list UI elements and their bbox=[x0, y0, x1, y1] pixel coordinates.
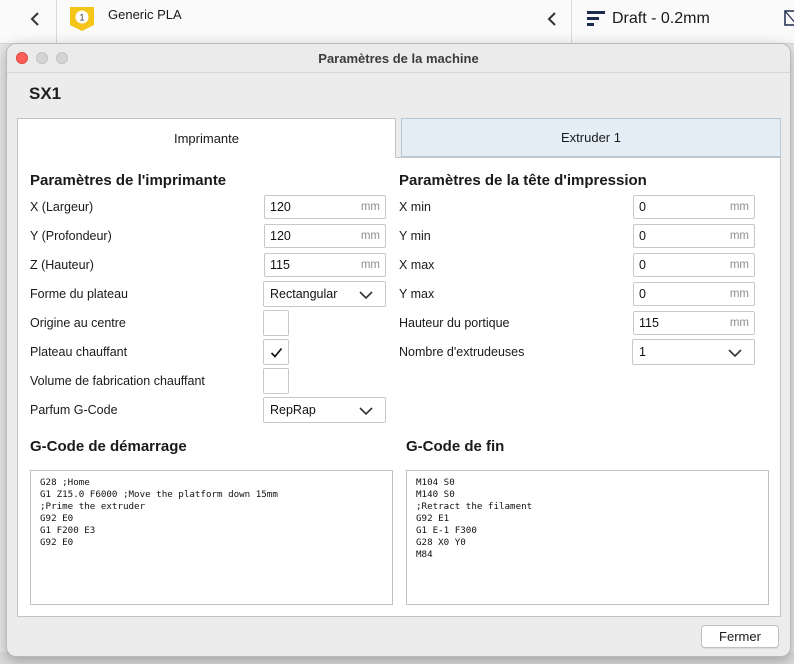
expand-icon[interactable] bbox=[784, 10, 794, 26]
z-height-label: Z (Hauteur) bbox=[30, 258, 94, 272]
heated-bed-label: Plateau chauffant bbox=[30, 345, 128, 359]
xmin-value: 0 bbox=[639, 200, 646, 214]
ymax-label: Y max bbox=[399, 287, 435, 301]
extruder-count-select[interactable]: 1 bbox=[632, 339, 755, 365]
y-depth-value: 120 bbox=[270, 229, 291, 243]
printer-settings-title: Paramètres de l'imprimante bbox=[30, 172, 227, 189]
ymin-unit: mm bbox=[729, 230, 749, 242]
material-badge-icon: 1 bbox=[69, 6, 95, 32]
xmin-field[interactable]: 0 mm bbox=[633, 195, 755, 219]
dialog-title: Paramètres de la machine bbox=[318, 51, 479, 66]
gantry-height-field[interactable]: 115 mm bbox=[633, 311, 755, 335]
chevron-left-icon[interactable] bbox=[545, 10, 559, 28]
profile-name[interactable]: Draft - 0.2mm bbox=[612, 10, 710, 28]
checkmark-icon bbox=[270, 347, 283, 358]
xmin-unit: mm bbox=[729, 201, 749, 213]
y-depth-label: Y (Profondeur) bbox=[30, 229, 112, 243]
app-top-bar: 1 Generic PLA Draft - 0.2mm bbox=[0, 0, 794, 44]
x-width-label: X (Largeur) bbox=[30, 200, 94, 214]
gcode-flavor-value: RepRap bbox=[270, 403, 316, 417]
ymax-unit: mm bbox=[729, 288, 749, 300]
profile-quality-icon bbox=[587, 11, 605, 27]
chevron-down-icon bbox=[728, 349, 742, 358]
xmax-field[interactable]: 0 mm bbox=[633, 253, 755, 277]
xmax-unit: mm bbox=[729, 259, 749, 271]
heated-volume-label: Volume de fabrication chauffant bbox=[30, 374, 205, 388]
gcode-flavor-select[interactable]: RepRap bbox=[263, 397, 386, 423]
x-width-field[interactable]: 120 mm bbox=[264, 195, 386, 219]
heated-volume-checkbox[interactable] bbox=[263, 368, 289, 394]
z-height-unit: mm bbox=[360, 259, 380, 271]
tab-printer[interactable]: Imprimante bbox=[17, 118, 396, 158]
material-name[interactable]: Generic PLA bbox=[108, 7, 182, 22]
xmax-label: X max bbox=[399, 258, 435, 272]
ymin-value: 0 bbox=[639, 229, 646, 243]
printer-settings-panel: Paramètres de l'imprimante X (Largeur) 1… bbox=[17, 157, 781, 617]
extruder-count-value: 1 bbox=[639, 345, 646, 359]
x-width-unit: mm bbox=[360, 201, 380, 213]
y-depth-field[interactable]: 120 mm bbox=[264, 224, 386, 248]
y-depth-unit: mm bbox=[360, 230, 380, 242]
extruder-count-label: Nombre d'extrudeuses bbox=[399, 345, 525, 359]
ymax-value: 0 bbox=[639, 287, 646, 301]
xmin-label: X min bbox=[399, 200, 431, 214]
bed-shape-value: Rectangular bbox=[270, 287, 338, 301]
xmax-value: 0 bbox=[639, 258, 646, 272]
start-gcode-title: G-Code de démarrage bbox=[30, 438, 187, 455]
bed-shape-label: Forme du plateau bbox=[30, 287, 128, 301]
printhead-settings-title: Paramètres de la tête d'impression bbox=[399, 172, 647, 189]
ymax-field[interactable]: 0 mm bbox=[633, 282, 755, 306]
bed-shape-select[interactable]: Rectangular bbox=[263, 281, 386, 307]
end-gcode-title: G-Code de fin bbox=[406, 438, 505, 455]
gcode-flavor-label: Parfum G-Code bbox=[30, 403, 118, 417]
end-gcode-editor[interactable]: M104 S0 M140 S0 ;Retract the filament G9… bbox=[406, 470, 769, 605]
divider bbox=[56, 0, 57, 44]
z-height-field[interactable]: 115 mm bbox=[264, 253, 386, 277]
x-width-value: 120 bbox=[270, 200, 291, 214]
machine-settings-dialog: Paramètres de la machine SX1 Imprimante … bbox=[6, 43, 791, 657]
tab-extruder-1[interactable]: Extruder 1 bbox=[401, 118, 781, 157]
dialog-titlebar: Paramètres de la machine bbox=[7, 44, 790, 73]
ymin-field[interactable]: 0 mm bbox=[633, 224, 755, 248]
ymin-label: Y min bbox=[399, 229, 431, 243]
origin-center-checkbox[interactable] bbox=[263, 310, 289, 336]
chevron-down-icon bbox=[359, 407, 373, 416]
chevron-left-icon[interactable] bbox=[28, 10, 42, 28]
start-gcode-editor[interactable]: G28 ;Home G1 Z15.0 F6000 ;Move the platf… bbox=[30, 470, 393, 605]
gantry-height-label: Hauteur du portique bbox=[399, 316, 510, 330]
machine-name: SX1 bbox=[29, 84, 62, 103]
gantry-height-unit: mm bbox=[729, 317, 749, 329]
heated-bed-checkbox[interactable] bbox=[263, 339, 289, 365]
z-height-value: 115 bbox=[270, 258, 290, 272]
close-button[interactable]: Fermer bbox=[701, 625, 779, 648]
chevron-down-icon bbox=[359, 291, 373, 300]
material-badge-number: 1 bbox=[79, 12, 84, 22]
divider bbox=[571, 0, 572, 44]
gantry-height-value: 115 bbox=[639, 316, 659, 330]
origin-center-label: Origine au centre bbox=[30, 316, 126, 330]
